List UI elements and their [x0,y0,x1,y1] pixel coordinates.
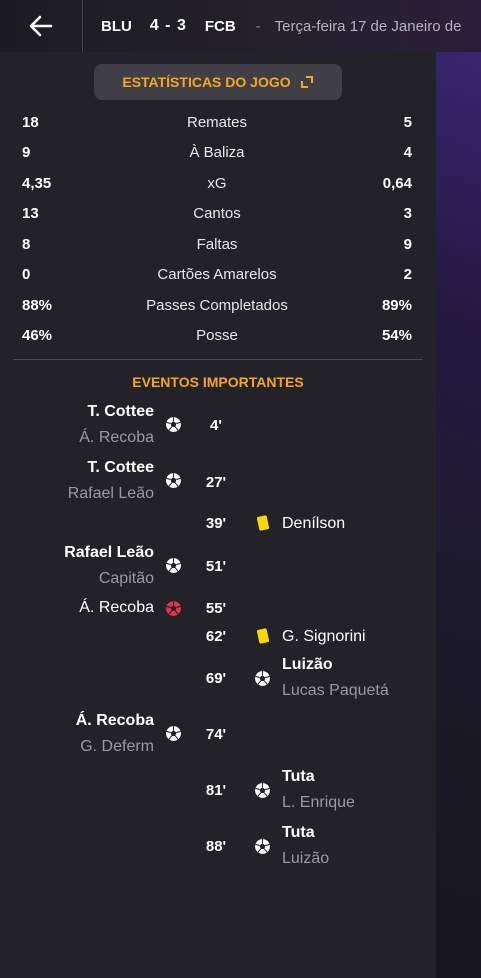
home-team-code[interactable]: BLU [101,18,132,35]
stat-label: Faltas [196,236,238,253]
stat-away-value: 89% [381,297,412,314]
event-minute: 4' [210,417,222,434]
booked-player[interactable]: G. Signorini [282,628,366,646]
football-icon [254,838,271,855]
event-player[interactable]: Á. Recoba G. Deferm [76,712,154,756]
goal-assist[interactable]: Á. Recoba [79,429,154,447]
event-minute: 69' [205,670,227,687]
stat-label: Cantos [193,205,241,222]
stat-away-value: 4 [403,144,412,161]
goal-assist[interactable]: Rafael Leão [68,485,154,503]
match-date: Terça-feira 17 de Janeiro de [274,17,462,35]
background-panel [436,52,481,978]
stat-away-value: 0,64 [382,175,412,192]
goal-assist[interactable]: G. Deferm [76,738,154,756]
football-icon [254,782,271,799]
event-player[interactable]: T. Cottee Á. Recoba [79,403,154,447]
football-icon [165,725,182,742]
stat-away-value: 3 [403,205,412,222]
goal-assist[interactable]: Luizão [282,850,329,868]
stat-row-on-target: 9 À Baliza 4 [22,144,412,166]
away-team-code[interactable]: FCB [205,18,236,35]
event-minute: 39' [205,515,227,532]
goal-scorer[interactable]: Á. Recoba [76,712,154,730]
match-stats-panel: ESTATÍSTICAS DO JOGO 18 Remates 5 9 À Ba… [0,52,436,978]
missed-chance-player[interactable]: Á. Recoba [79,599,154,617]
event-player[interactable]: Luizão Lucas Paquetá [282,656,389,700]
booked-player[interactable]: Denílson [282,515,345,533]
stat-label: Remates [186,114,248,131]
match-header-bar: BLU 4 - 3 FCB - Terça-feira 17 de Janeir… [0,0,481,52]
yellow-card-icon [257,515,269,531]
event-minute: 74' [205,726,227,743]
event-player[interactable]: Rafael Leão Capitão [64,544,154,588]
football-icon [165,472,182,489]
event-player[interactable]: Tuta Luizão [282,824,329,868]
match-stats-button[interactable]: ESTATÍSTICAS DO JOGO [94,64,342,100]
match-score: 4 - 3 [149,17,187,34]
arrow-left-icon [29,15,53,37]
missed-penalty-icon [165,600,182,617]
goal-scorer[interactable]: T. Cottee [68,459,154,477]
stat-row-passes: 88% Passes Completados 89% [22,297,412,319]
event-player[interactable]: Tuta L. Enrique [282,768,355,812]
event-player[interactable]: T. Cottee Rafael Leão [68,459,154,503]
event-minute: 81' [205,782,227,799]
goal-scorer[interactable]: Tuta [282,768,355,786]
section-divider [13,359,423,360]
event-minute: 51' [205,558,227,575]
event-minute: 62' [205,628,227,645]
stat-row-xg: 4,35 xG 0,64 [22,175,412,197]
event-minute: 88' [205,838,227,855]
scoreline: BLU 4 - 3 FCB - Terça-feira 17 de Janeir… [83,17,461,35]
stat-label: Passes Completados [146,297,288,314]
goal-assist[interactable]: Capitão [64,570,154,588]
goal-scorer[interactable]: T. Cottee [79,403,154,421]
stat-label: À Baliza [189,144,245,161]
event-minute: 27' [205,474,227,491]
stat-away-value: 9 [403,236,412,253]
match-stats-title: ESTATÍSTICAS DO JOGO [122,74,291,90]
expand-icon [300,75,314,89]
event-minute: 55' [205,600,227,617]
goal-assist[interactable]: Lucas Paquetá [282,682,389,700]
goal-scorer[interactable]: Luizão [282,656,389,674]
football-icon [165,416,182,433]
stat-away-value: 54% [381,327,412,344]
stat-label: Posse [196,327,238,344]
football-icon [254,670,271,687]
stat-row-possession: 46% Posse 54% [22,327,412,349]
header-separator: - [255,17,261,35]
stat-row-shots: 18 Remates 5 [22,114,412,136]
stat-row-fouls: 8 Faltas 9 [22,236,412,258]
stat-label: xG [207,175,227,192]
stat-row-corners: 13 Cantos 3 [22,205,412,227]
stat-row-yellow-cards: 0 Cartões Amarelos 2 [22,266,412,288]
stat-away-value: 2 [403,266,412,283]
goal-scorer[interactable]: Rafael Leão [64,544,154,562]
stat-away-value: 5 [403,114,412,131]
event-player[interactable]: Á. Recoba [79,599,154,617]
back-button[interactable] [0,0,82,52]
yellow-card-icon [257,628,269,644]
goal-scorer[interactable]: Tuta [282,824,329,842]
stat-label: Cartões Amarelos [157,266,277,283]
goal-assist[interactable]: L. Enrique [282,794,355,812]
football-icon [165,557,182,574]
key-events-title: EVENTOS IMPORTANTES [132,374,304,390]
